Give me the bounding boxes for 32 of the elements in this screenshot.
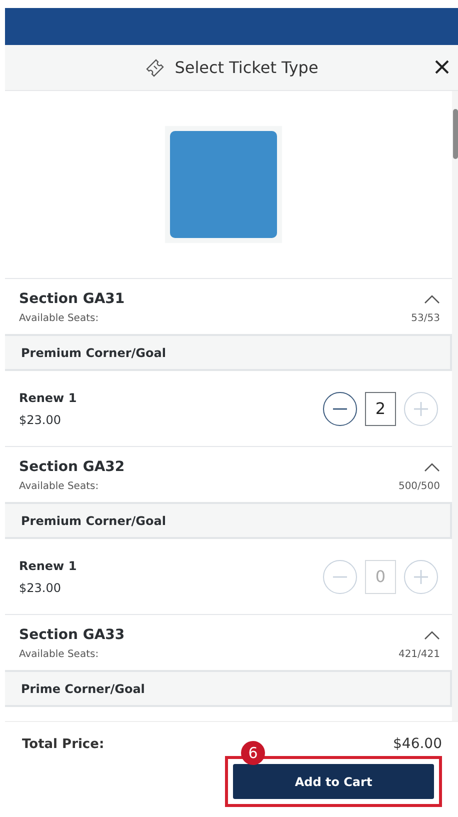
ticket-icon xyxy=(144,58,165,78)
scrollbar[interactable] xyxy=(452,91,458,721)
quantity-field[interactable]: 2 xyxy=(365,392,396,426)
seats-label: Available Seats: xyxy=(19,481,99,492)
minus-icon xyxy=(331,576,349,578)
section-title: Section GA31 xyxy=(19,291,125,307)
category-label: Premium Corner/Goal xyxy=(21,514,166,528)
total-label: Total Price: xyxy=(22,736,104,752)
decrease-button[interactable] xyxy=(323,392,357,426)
step-badge: 6 xyxy=(241,741,265,765)
ticket-name: Renew 1 xyxy=(19,390,77,404)
add-to-cart-button[interactable]: Add to Cart xyxy=(233,764,434,799)
seats-count: 421/421 xyxy=(398,649,440,660)
seats-label: Available Seats: xyxy=(19,649,99,660)
ticket-price: $23.00 xyxy=(19,412,62,426)
ticket-name: Renew 1 xyxy=(19,558,77,572)
seats-count: 500/500 xyxy=(398,481,440,492)
category-label: Premium Corner/Goal xyxy=(21,346,166,360)
dialog-title: Select Ticket Type xyxy=(174,58,318,77)
plus-icon xyxy=(412,568,430,586)
seats-label: Available Seats: xyxy=(19,313,99,324)
ticket-price: $23.00 xyxy=(19,580,62,594)
total-price: $46.00 xyxy=(393,736,442,752)
section-title: Section GA32 xyxy=(19,459,125,475)
category-label: Prime Corner/Goal xyxy=(21,682,145,696)
caret-up-icon[interactable] xyxy=(424,294,440,304)
seats-count: 53/53 xyxy=(411,313,440,324)
section-title: Section GA33 xyxy=(19,627,125,643)
caret-up-icon[interactable] xyxy=(424,462,440,472)
caret-up-icon[interactable] xyxy=(424,630,440,640)
minus-icon xyxy=(331,408,349,410)
plus-icon xyxy=(412,400,430,418)
